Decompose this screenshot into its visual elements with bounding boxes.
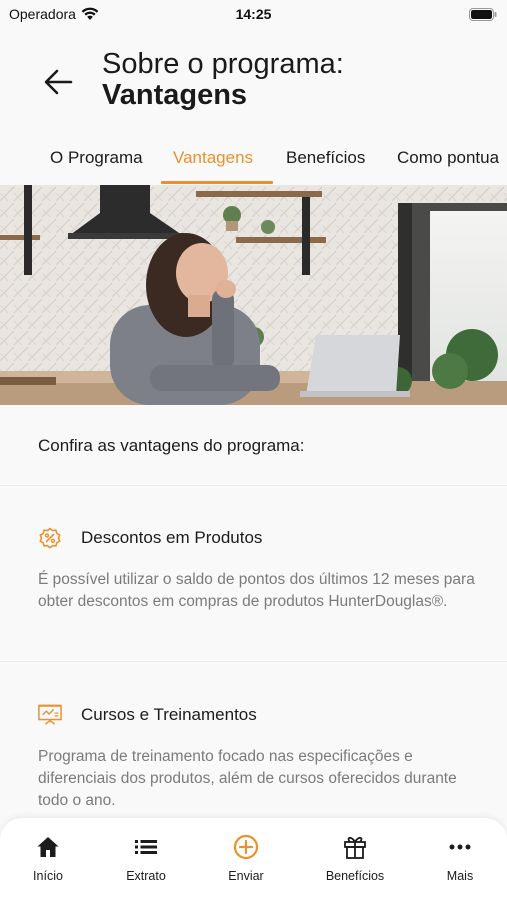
- tab-beneficios[interactable]: Benefícios: [286, 148, 365, 168]
- page-subtitle: Vantagens: [102, 79, 248, 111]
- back-button[interactable]: [40, 64, 76, 100]
- hero-illustration: [0, 185, 507, 405]
- intro-text: Confira as vantagens do programa:: [38, 436, 305, 455]
- battery-icon: [469, 8, 497, 21]
- tab-bar: O Programa Vantagens Benefícios Como pon…: [0, 140, 507, 184]
- active-tab-indicator: [161, 181, 273, 184]
- home-icon: [37, 837, 59, 857]
- status-time: 14:25: [235, 6, 272, 22]
- section-description: Programa de treinamento focado nas espec…: [38, 748, 457, 809]
- gift-icon: [344, 836, 366, 859]
- divider: [0, 661, 507, 662]
- tab-como-pontua[interactable]: Como pontua: [397, 148, 499, 168]
- section-title: Descontos em Produtos: [81, 528, 263, 547]
- presentation-board-icon: [38, 704, 62, 725]
- nav-enviar[interactable]: Enviar: [206, 834, 286, 883]
- nav-beneficios[interactable]: Benefícios: [315, 834, 395, 883]
- hero-image: [0, 185, 507, 405]
- status-bar: Operadora 14:25: [0, 0, 507, 28]
- nav-inicio[interactable]: Início: [8, 834, 88, 883]
- tab-vantagens[interactable]: Vantagens: [173, 148, 253, 168]
- nav-label: Benefícios: [325, 869, 385, 883]
- section-description: É possível utilizar o saldo de pontos do…: [38, 571, 475, 610]
- arrow-left-icon: [44, 69, 73, 95]
- tab-o-programa[interactable]: O Programa: [50, 148, 143, 168]
- page-header: Sobre o programa: Vantagens: [0, 48, 507, 114]
- nav-mais[interactable]: Mais: [420, 834, 500, 883]
- page-title: Sobre o programa:: [102, 48, 344, 80]
- list-icon: [135, 840, 157, 854]
- section-title: Cursos e Treinamentos: [81, 705, 257, 724]
- nav-label: Início: [33, 869, 63, 883]
- divider: [0, 485, 507, 486]
- bottom-navigation: Início Extrato Enviar Benefícios Mais: [0, 818, 507, 900]
- nav-label: Enviar: [228, 869, 264, 883]
- nav-label: Extrato: [126, 869, 166, 883]
- add-circle-icon: [233, 834, 259, 860]
- nav-label: Mais: [446, 869, 474, 883]
- more-icon: [449, 844, 471, 850]
- nav-extrato[interactable]: Extrato: [106, 834, 186, 883]
- percent-badge-icon: [39, 527, 61, 549]
